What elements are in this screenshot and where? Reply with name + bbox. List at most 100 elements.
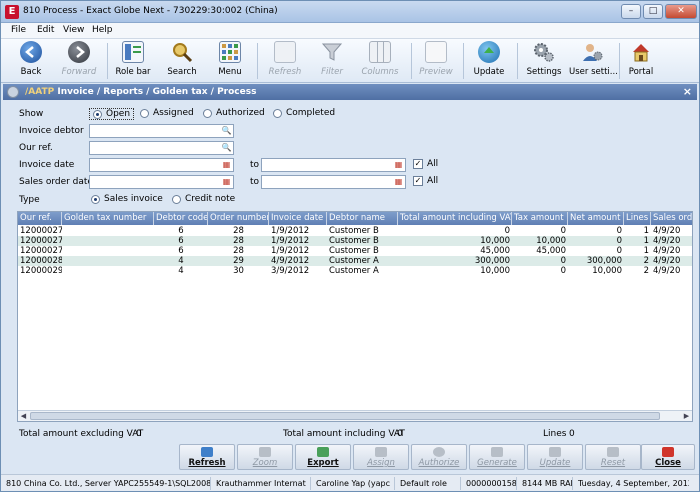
lookup-icon[interactable]: 🔍 [221, 143, 232, 153]
calendar-icon[interactable]: ▦ [221, 177, 232, 187]
scroll-left-icon[interactable]: ◀ [18, 411, 29, 421]
table-cell: 0 [560, 266, 566, 276]
role-bar-icon [122, 41, 144, 63]
export-button[interactable]: Export [295, 444, 351, 470]
scroll-thumb[interactable] [30, 412, 660, 420]
lookup-icon[interactable]: 🔍 [221, 126, 232, 136]
invoice-date-to-field[interactable]: ▦ [261, 158, 406, 172]
calendar-icon[interactable]: ▦ [393, 177, 404, 187]
table-cell [62, 266, 154, 276]
invoice-date-from-field[interactable]: ▦ [89, 158, 234, 172]
authorize-button[interactable]: Authorize [411, 444, 467, 470]
toolbar-refresh-label: Refresh [268, 67, 302, 77]
table-row[interactable]: 12000029 4 30 3/9/2012 Customer A 10,000 0 10,0… [18, 266, 692, 276]
menu-help[interactable]: Help [92, 25, 113, 35]
toolbar-role-bar-button[interactable]: Role bar [113, 41, 153, 81]
column-header-order-number[interactable]: Order number [208, 212, 269, 225]
table-cell: 0 [560, 226, 566, 236]
invoice-date-all-label: All [427, 159, 439, 169]
update-button[interactable]: Update [527, 444, 583, 470]
our-ref-field[interactable]: 🔍 [89, 141, 234, 155]
toolbar-back-button[interactable]: Back [15, 41, 47, 81]
table-cell: 1/9/2012 [271, 246, 310, 256]
show-completed-radio[interactable]: Completed [273, 108, 335, 118]
toolbar-portal-button[interactable]: Portal [625, 41, 657, 81]
horizontal-scrollbar[interactable]: ◀ ▶ [18, 410, 692, 421]
table-cell: 0 [504, 226, 510, 236]
table-row[interactable]: 12000027 6 28 1/9/2012 Customer B 0 0 0 1 4/9/20 [18, 226, 692, 236]
menu-view[interactable]: View [63, 25, 84, 35]
toolbar-preview-button[interactable]: Preview [417, 41, 455, 81]
refresh-button[interactable]: Refresh [179, 444, 235, 470]
reset-button[interactable]: Reset [585, 444, 641, 470]
status-user: Caroline Yap (yapc [313, 477, 395, 490]
sales-order-date-all-checkbox[interactable]: ✓ All [413, 176, 438, 186]
table-row[interactable]: 12000027 6 28 1/9/2012 Customer B 10,000 10,00… [18, 236, 692, 246]
column-header-debtor-code[interactable]: Debtor code [154, 212, 208, 225]
show-assigned-radio[interactable]: Assigned [140, 108, 194, 118]
assign-button[interactable]: Assign [353, 444, 409, 470]
column-header-total-incl-vat[interactable]: Total amount including VAT [398, 212, 512, 225]
toolbar-user-settings-button[interactable]: User setti... [569, 41, 618, 81]
sales-order-date-to-field[interactable]: ▦ [261, 175, 406, 189]
table-cell: 30 [233, 266, 244, 276]
checkmark-icon: ✓ [413, 159, 423, 169]
toolbar-back-label: Back [20, 67, 42, 77]
show-authorized-radio[interactable]: Authorized [203, 108, 265, 118]
invoice-date-all-checkbox[interactable]: ✓ All [413, 159, 438, 169]
scroll-right-icon[interactable]: ▶ [681, 411, 692, 421]
column-header-golden-tax-number[interactable]: Golden tax number [62, 212, 154, 225]
column-header-tax-amount[interactable]: Tax amount [512, 212, 568, 225]
table-cell: 4/9/2012 [271, 256, 310, 266]
column-header-lines[interactable]: Lines [624, 212, 651, 225]
toolbar-forward-label: Forward [61, 67, 97, 77]
menu-edit[interactable]: Edit [37, 25, 54, 35]
breadcrumb-code: /AATP [25, 87, 55, 97]
type-sales-invoice-radio[interactable]: Sales invoice [91, 194, 163, 204]
table-row[interactable]: 12000028 4 29 4/9/2012 Customer A 300,000 0 300… [18, 256, 692, 266]
breadcrumb-close-icon[interactable]: × [683, 85, 692, 98]
zoom-icon [259, 447, 271, 457]
column-header-net-amount[interactable]: Net amount [568, 212, 624, 225]
toolbar-refresh-button[interactable]: Refresh [265, 41, 305, 81]
radio-dot-icon [140, 108, 149, 118]
minimize-button[interactable]: – [621, 4, 641, 19]
type-credit-note-radio[interactable]: Credit note [172, 194, 235, 204]
calendar-icon[interactable]: ▦ [393, 160, 404, 170]
toolbar-columns-button[interactable]: Columns [359, 41, 401, 81]
sales-order-date-from-field[interactable]: ▦ [89, 175, 234, 189]
column-header-sales-order-date[interactable]: Sales ord [651, 212, 692, 225]
menu-file[interactable]: File [11, 25, 26, 35]
table-row[interactable]: 12000027 6 28 1/9/2012 Customer B 45,000 45,00… [18, 246, 692, 256]
type-sales-invoice-label: Sales invoice [104, 194, 163, 204]
table-cell: 45,000 [536, 246, 566, 256]
menu-bar: File Edit View Help [1, 23, 699, 39]
total-incl-vat-label: Total amount including VAT [283, 429, 405, 439]
invoice-debtor-field[interactable]: 🔍 [89, 124, 234, 138]
toolbar-update-button[interactable]: Update [471, 41, 507, 81]
window-close-button[interactable]: ✕ [665, 4, 697, 19]
toolbar-search-button[interactable]: Search [163, 41, 201, 81]
generate-button[interactable]: Generate [469, 444, 525, 470]
grid-header: Our ref. Golden tax number Debtor code O… [18, 212, 692, 225]
table-cell: 4/9/20 [653, 226, 681, 236]
maximize-button[interactable]: □ [643, 4, 663, 19]
table-cell: 12000027 [20, 226, 62, 236]
export-icon [317, 447, 329, 457]
calendar-icon[interactable]: ▦ [221, 160, 232, 170]
toolbar-separator [517, 43, 518, 79]
breadcrumb: /AATP Invoice / Reports / Golden tax / P… [3, 84, 697, 100]
exact-app-icon: E [5, 5, 19, 19]
column-header-debtor-name[interactable]: Debtor name [327, 212, 398, 225]
column-header-our-ref[interactable]: Our ref. [18, 212, 62, 225]
zoom-button[interactable]: Zoom [237, 444, 293, 470]
show-open-radio[interactable]: Open [89, 108, 135, 120]
table-cell [62, 256, 154, 266]
toolbar-menu-button[interactable]: Menu [213, 41, 247, 81]
close-button[interactable]: Close [641, 444, 695, 470]
toolbar-forward-button[interactable]: Forward [59, 41, 99, 81]
toolbar-settings-button[interactable]: Settings [525, 41, 563, 81]
table-cell: 10,000 [480, 236, 510, 246]
column-header-invoice-date[interactable]: Invoice date [269, 212, 327, 225]
toolbar-filter-button[interactable]: Filter [315, 41, 349, 81]
